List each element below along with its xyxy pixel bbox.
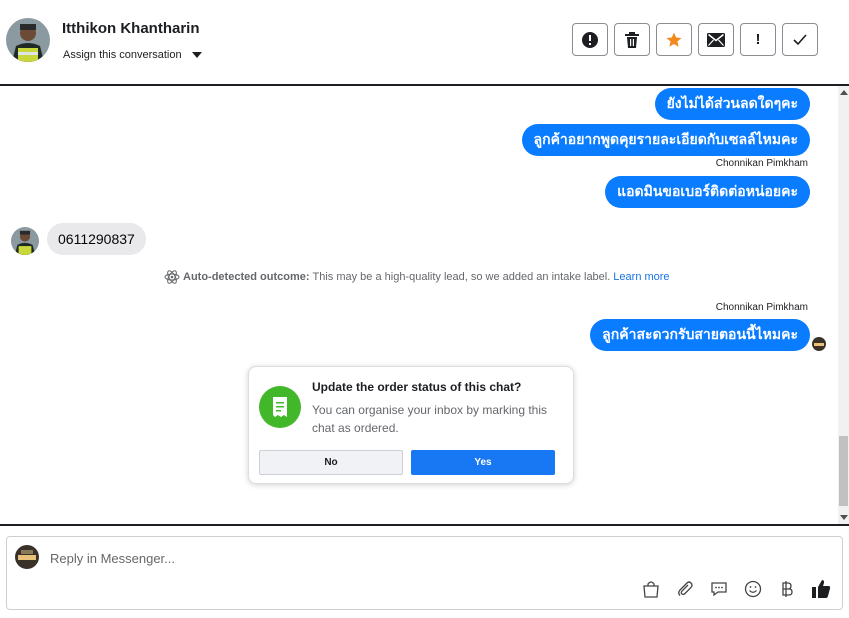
- learn-more-link[interactable]: Learn more: [613, 271, 669, 283]
- yes-button[interactable]: Yes: [411, 450, 555, 475]
- card-title: Update the order status of this chat?: [312, 380, 522, 394]
- sender-name: Chonnikan Pimkham: [715, 302, 808, 313]
- scroll-up-arrow-icon[interactable]: [840, 90, 848, 95]
- caret-down-icon: [191, 52, 202, 58]
- order-status-card: Update the order status of this chat? Yo…: [248, 366, 574, 484]
- paperclip-icon[interactable]: [674, 578, 696, 600]
- assign-label: Assign this conversation: [63, 49, 182, 61]
- mark-spam-button[interactable]: !: [740, 23, 776, 56]
- contact-name[interactable]: Itthikon Khantharin: [62, 20, 200, 37]
- scroll-down-arrow-icon[interactable]: [840, 515, 848, 520]
- star-button[interactable]: [656, 23, 692, 56]
- alert-circle-icon: [582, 31, 598, 48]
- composer-toolbar: [640, 578, 832, 600]
- page-avatar: [15, 545, 39, 569]
- exclamation-icon: !: [755, 31, 761, 48]
- contact-avatar-small: [11, 227, 39, 255]
- chat-bubble-icon[interactable]: [708, 578, 730, 600]
- alert-button[interactable]: [572, 23, 608, 56]
- message-bubble-outgoing[interactable]: ยังไม่ได้ส่วนลดใดๆคะ: [654, 88, 810, 120]
- trash-icon: [625, 31, 639, 48]
- outcome-label: Auto-detected outcome:: [183, 271, 310, 283]
- mark-unread-button[interactable]: [698, 23, 734, 56]
- mark-done-button[interactable]: [782, 23, 818, 56]
- baht-icon[interactable]: [776, 578, 798, 600]
- auto-detected-outcome: Auto-detected outcome: This may be a hig…: [164, 269, 670, 285]
- conversation-header: Itthikon Khantharin Assign this conversa…: [0, 0, 849, 86]
- composer-divider: [0, 524, 849, 526]
- shopping-bag-icon[interactable]: [640, 578, 662, 600]
- action-toolbar: !: [572, 23, 818, 56]
- smiley-icon[interactable]: [742, 578, 764, 600]
- message-bubble-outgoing[interactable]: ลูกค้าอยากพูดคุยรายละเอียดกับเซลล์ไหมคะ: [521, 124, 810, 156]
- thumbs-up-icon[interactable]: [810, 578, 832, 600]
- message-bubble-incoming[interactable]: 0611290837: [47, 223, 146, 255]
- checkmark-icon: [793, 33, 807, 45]
- message-bubble-outgoing[interactable]: ลูกค้าสะดวกรับสายตอนนี้ไหมคะ: [590, 319, 810, 351]
- no-button[interactable]: No: [259, 450, 403, 475]
- message-thread[interactable]: ยังไม่ได้ส่วนลดใดๆคะ ลูกค้าอยากพูดคุยราย…: [0, 86, 838, 524]
- sender-name: Chonnikan Pimkham: [715, 158, 808, 169]
- thread-scrollbar[interactable]: [838, 86, 849, 524]
- contact-avatar[interactable]: [6, 18, 50, 62]
- read-receipt-avatar: [812, 337, 826, 351]
- assign-conversation-dropdown[interactable]: Assign this conversation: [63, 49, 202, 61]
- delete-button[interactable]: [614, 23, 650, 56]
- reply-input[interactable]: [50, 551, 650, 566]
- envelope-icon: [707, 32, 725, 47]
- outcome-text: This may be a high-quality lead, so we a…: [312, 271, 611, 283]
- card-description: You can organise your inbox by marking t…: [312, 403, 548, 435]
- receipt-icon: [259, 386, 301, 428]
- reply-composer: [6, 536, 843, 610]
- star-icon: [666, 32, 682, 47]
- atom-icon: [164, 270, 180, 284]
- message-bubble-outgoing[interactable]: แอดมินขอเบอร์ติดต่อหน่อยคะ: [605, 176, 810, 208]
- scrollbar-thumb[interactable]: [839, 436, 848, 506]
